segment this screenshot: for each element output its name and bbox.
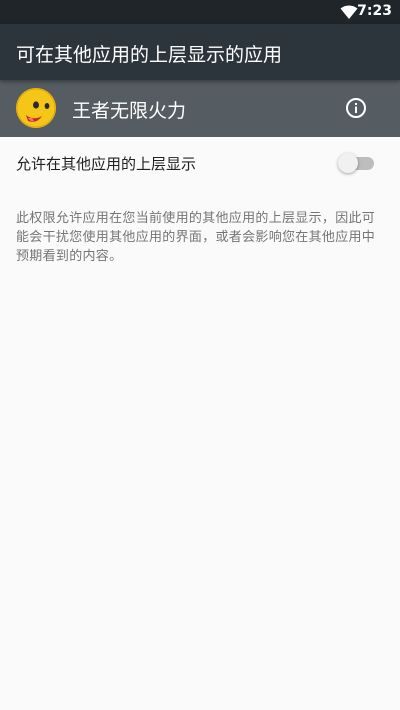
app-icon <box>16 88 56 128</box>
page-title: 可在其他应用的上层显示的应用 <box>16 44 283 66</box>
switch-thumb <box>338 153 358 173</box>
wifi-icon <box>340 5 358 19</box>
permission-toggle-row[interactable]: 允许在其他应用的上层显示 <box>0 137 400 189</box>
app-name: 王者无限火力 <box>72 100 187 122</box>
permission-label: 允许在其他应用的上层显示 <box>16 155 197 173</box>
app-bar: 可在其他应用的上层显示的应用 <box>0 24 400 80</box>
permission-description: 此权限允许应用在您当前使用的其他应用的上层显示，因此可能会干扰您使用其他应用的界… <box>16 211 376 264</box>
status-time: 7:23 <box>357 3 392 19</box>
overlay-permission-switch[interactable] <box>338 152 376 174</box>
status-bar: 7:23 <box>0 0 400 24</box>
info-icon[interactable] <box>344 96 368 120</box>
app-header: 王者无限火力 <box>0 80 400 137</box>
